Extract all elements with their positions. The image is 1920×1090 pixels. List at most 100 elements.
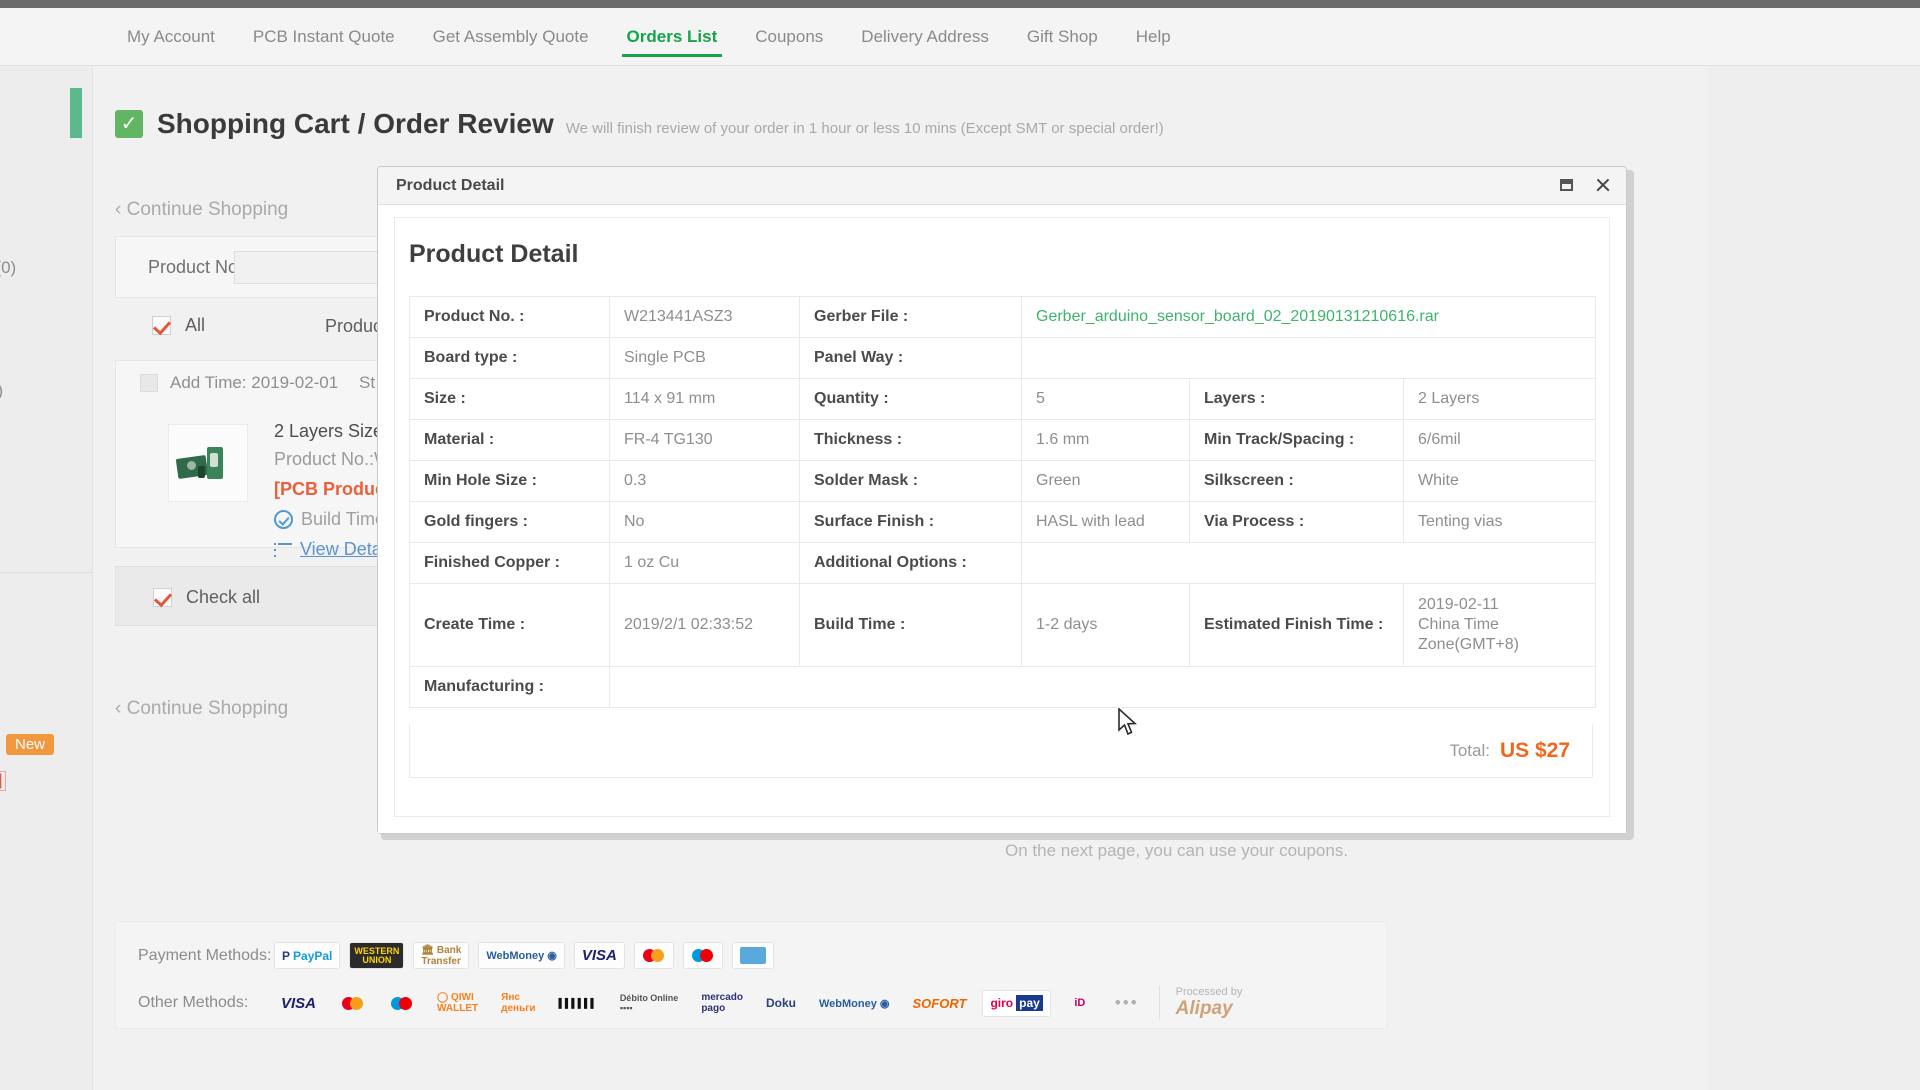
detail-row: Create Time :2019/2/1 02:33:52 Build Time…: [409, 583, 1597, 667]
nav-item-help[interactable]: Help: [1117, 8, 1190, 66]
visa-alt-icon[interactable]: VISA: [274, 990, 323, 1017]
detail-row: Gold fingers : No Surface Finish : HASL wit…: [409, 501, 1597, 543]
alipay-processor: Processed by Alipay: [1158, 986, 1243, 1020]
modal-titlebar[interactable]: Product Detail: [378, 167, 1626, 205]
detail-label: Quantity :: [799, 378, 1022, 420]
detail-value: 5: [1021, 378, 1190, 420]
detail-label: Material :: [409, 419, 610, 461]
detail-label: Layers :: [1189, 378, 1404, 420]
detail-value: FR-4 TG130: [609, 419, 800, 461]
restore-icon[interactable]: [1556, 175, 1576, 195]
pcb-board-image: [175, 445, 239, 481]
ideal-icon[interactable]: iD: [1060, 990, 1100, 1017]
maestro-icon[interactable]: [682, 942, 723, 969]
detail-label: Panel Way :: [799, 337, 1022, 379]
debito-online-icon[interactable]: Débito Online ▪▪▪▪: [613, 990, 686, 1017]
detail-label: Product No. :: [409, 296, 610, 338]
nav-item-orders-list[interactable]: Orders List: [608, 8, 737, 66]
detail-value: Single PCB: [609, 337, 800, 379]
mercado-pago-icon[interactable]: mercado pago: [694, 990, 750, 1017]
detail-label: Size :: [409, 378, 610, 420]
detail-label: Finished Copper :: [409, 542, 610, 584]
detail-row: Manufacturing :: [409, 666, 1597, 708]
processed-by-label: Processed by: [1175, 986, 1243, 998]
nav-item-pcb-instant-quote[interactable]: PCB Instant Quote: [234, 8, 414, 66]
yandex-money-icon[interactable]: Янс деньги: [494, 990, 542, 1017]
western-union-icon[interactable]: WESTERN UNION: [349, 942, 405, 969]
detail-label: Min Hole Size :: [409, 460, 610, 502]
detail-label: Additional Options :: [799, 542, 1022, 584]
detail-label: Create Time :: [409, 583, 610, 667]
close-icon[interactable]: [1592, 175, 1612, 195]
gerber-file-link[interactable]: Gerber_arduino_sensor_board_02_201901312…: [1036, 308, 1439, 325]
sofort-icon[interactable]: SOFORT: [906, 990, 974, 1017]
detail-value: 2019/2/1 02:33:52: [609, 583, 800, 667]
detail-row: Size :114 x 91 mm Quantity :5 Layers :2 La…: [409, 378, 1597, 420]
mastercard-icon[interactable]: [633, 942, 674, 969]
mastercard-alt-icon[interactable]: [332, 990, 372, 1017]
detail-value: No: [609, 501, 800, 543]
visa-icon[interactable]: VISA: [573, 942, 625, 969]
giropay-icon[interactable]: giro pay: [982, 989, 1051, 1017]
nav-item-my-account[interactable]: My Account: [108, 8, 234, 66]
webmoney-alt-icon[interactable]: WebMoney ◉: [812, 990, 897, 1017]
total-value: US $27: [1499, 738, 1570, 762]
nav-item-coupons[interactable]: Coupons: [736, 8, 842, 66]
select-all-checkbox[interactable]: [152, 315, 171, 335]
doku-icon[interactable]: Doku: [759, 990, 803, 1017]
detail-label: Surface Finish :: [799, 501, 1022, 543]
product-detail-table-body: Product No. : W213441ASZ3 Gerber File : Ger…: [409, 296, 1597, 708]
clock-check-icon: [274, 510, 293, 529]
detail-value: 114 x 91 mm: [609, 378, 800, 420]
paypal-icon[interactable]: P PayPal: [274, 942, 341, 969]
alipay-logo: Alipay: [1175, 998, 1233, 1019]
detail-row: Board type : Single PCB Panel Way :: [409, 337, 1597, 379]
top-strip: [0, 0, 1920, 8]
check-all-control[interactable]: Check all: [144, 586, 260, 608]
main-navigation: My Account PCB Instant Quote Get Assembl…: [0, 8, 1920, 66]
detail-label: Build Time :: [799, 583, 1022, 667]
detail-label: Silkscreen :: [1189, 460, 1404, 502]
detail-value: Green: [1021, 460, 1190, 502]
order-item-checkbox[interactable]: [140, 374, 158, 392]
order-status: St: [359, 373, 376, 392]
rail-accent-bar: [70, 88, 82, 138]
check-all-checkbox[interactable]: [153, 587, 172, 607]
left-rail: t (0) 0) ; New ]: [0, 66, 92, 1090]
detail-value: 2 Layers: [1402, 378, 1597, 420]
other-methods-row: Other Methods: VISA ◯ QIWI WALLET Янс день…: [138, 986, 1242, 1020]
detail-label: Manufacturing :: [409, 666, 610, 708]
detail-value: 1-2 days: [1021, 583, 1190, 667]
detail-label: Min Track/Spacing :: [1189, 419, 1404, 461]
detail-value: White: [1402, 460, 1597, 502]
maestro-alt-icon[interactable]: [381, 990, 421, 1017]
page-title: Shopping Cart / Order Review: [157, 108, 554, 139]
webmoney-icon[interactable]: WebMoney ◉: [478, 942, 565, 969]
more-methods-icon[interactable]: •••: [1115, 993, 1139, 1013]
check-all-label: Check all: [186, 586, 261, 607]
continue-shopping-bottom[interactable]: ‹ Continue Shopping: [115, 698, 288, 720]
generic-card-icon[interactable]: [731, 942, 774, 969]
app-root: My Account PCB Instant Quote Get Assembl…: [0, 0, 1920, 1090]
nav-items: My Account PCB Instant Quote Get Assembl…: [108, 8, 1190, 66]
modal-heading: Product Detail: [409, 240, 579, 268]
select-all-header[interactable]: All: [143, 314, 205, 336]
detail-label: Solder Mask :: [799, 460, 1022, 502]
nav-item-get-assembly-quote[interactable]: Get Assembly Quote: [414, 8, 608, 66]
continue-shopping-top[interactable]: ‹ Continue Shopping: [115, 199, 288, 221]
page-header: ✓ Shopping Cart / Order Review We will f…: [115, 108, 1164, 140]
product-detail-table: Product No. : W213441ASZ3 Gerber File : Ger…: [409, 296, 1597, 708]
qiwi-wallet-icon[interactable]: ◯ QIWI WALLET: [430, 990, 485, 1017]
nav-item-delivery-address[interactable]: Delivery Address: [842, 8, 1008, 66]
payment-footer: Payment Methods: P PayPal WESTERN UNION 🏛 …: [115, 921, 1387, 1029]
detail-value: [1020, 337, 1597, 379]
bank-transfer-icon[interactable]: 🏛 Bank Transfer: [413, 942, 470, 969]
detail-value: W213441ASZ3: [609, 296, 800, 338]
rail-count-b: 0): [0, 381, 3, 401]
boleto-icon[interactable]: ▌▌▌▌▌▌: [552, 990, 604, 1017]
page-subtitle: We will finish review of your order in 1…: [565, 120, 1164, 137]
list-icon: [274, 542, 292, 557]
total-label: Total:: [1449, 740, 1490, 760]
nav-item-gift-shop[interactable]: Gift Shop: [1008, 8, 1117, 66]
detail-label: Gold fingers :: [409, 501, 610, 543]
